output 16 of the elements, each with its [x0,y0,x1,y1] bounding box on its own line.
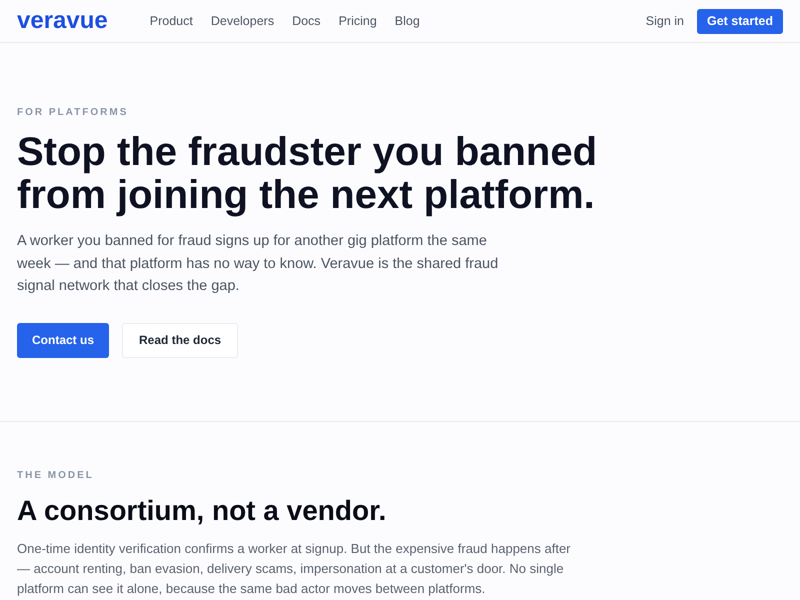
read-docs-button[interactable]: Read the docs [122,322,238,358]
section-heading: A consortium, not a vendor. [17,494,386,528]
section-description: One-time identity verification confirms a worker at signup. But the expensive fraud happens after — account renting, ban evasion, delivery scams, impersonation at a customer's door. No single platform can see it alone, because the same bad actor moves between platforms. [17,540,572,598]
section-eyebrow: THE MODEL [17,468,94,482]
nav-link[interactable]: Product [150,12,193,30]
hero-description: A worker you banned for fraud signs up for another gig platform the same week — and that platform has no way to know. Veravue is the shared fraud signal network that closes the gap. [17,232,500,296]
sign-in-link[interactable]: Sign in [646,12,684,30]
nav-link[interactable]: Developers [210,12,274,30]
hero-headline: Stop the fraudster you banned from joining the next platform. [17,131,598,217]
get-started-button[interactable]: Get started [697,8,783,34]
section-eyebrow: FOR PLATFORMS [17,106,128,120]
veravue-logo[interactable]: veravue [17,9,108,33]
nav-link[interactable]: Blog [394,12,420,30]
contact-us-button[interactable]: Contact us [17,322,110,358]
nav-link[interactable]: Pricing [338,12,377,30]
nav-link[interactable]: Docs [292,12,321,30]
